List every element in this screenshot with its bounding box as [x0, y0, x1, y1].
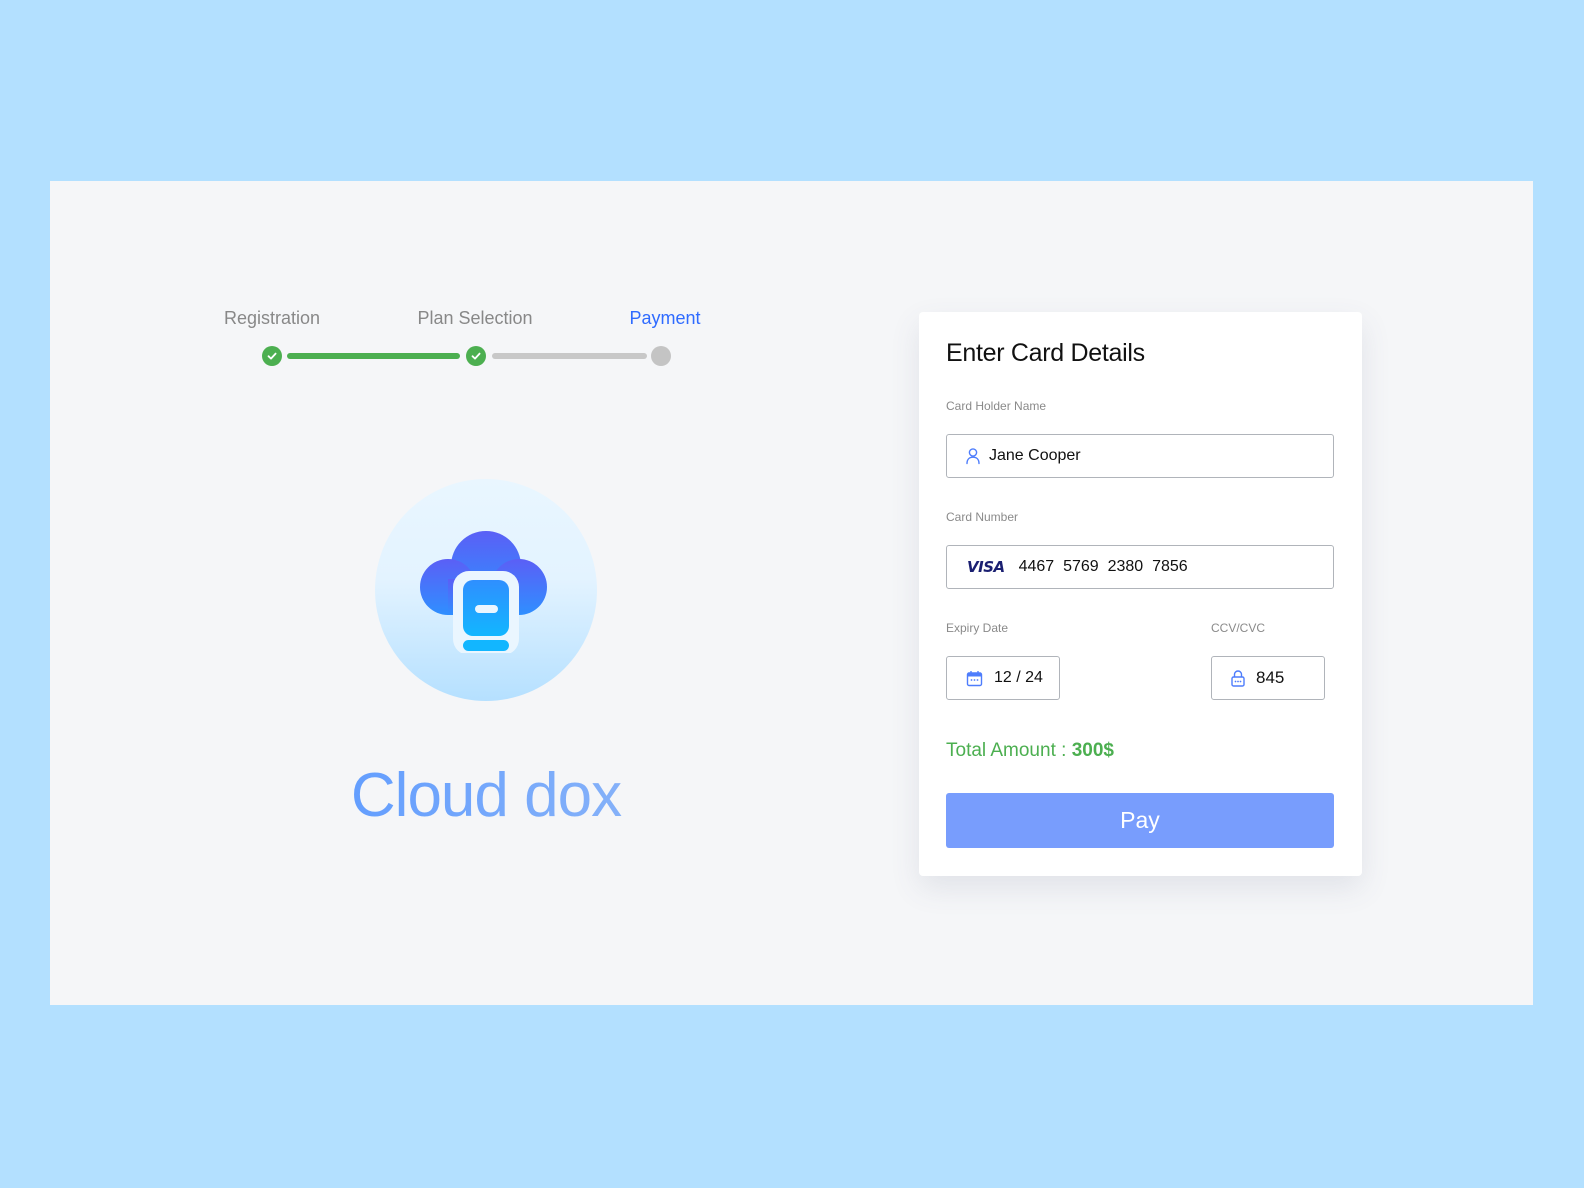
expiry-date-label: Expiry Date [946, 621, 1009, 635]
card-holder-label: Card Holder Name [946, 399, 1047, 413]
brand-name: Cloud dox [306, 760, 666, 831]
cvc-value: 845 [1256, 668, 1285, 687]
step-pending-dot [651, 346, 671, 366]
cvc-label: CCV/CVC [1211, 621, 1266, 635]
total-amount-value: 300$ [1071, 740, 1114, 761]
step-label-payment[interactable]: Payment [629, 308, 700, 329]
lock-icon [1230, 669, 1246, 687]
step-complete-check-icon [466, 346, 486, 366]
step-label-registration[interactable]: Registration [224, 308, 320, 329]
form-title: Enter Card Details [946, 339, 1145, 367]
card-details-form: Enter Card Details Card Holder Name Jane… [919, 312, 1362, 876]
card-number-field[interactable]: VISA 4467 5769 2380 7856 [946, 545, 1334, 589]
card-number-value: 4467 5769 2380 7856 [1018, 558, 1188, 575]
pay-button[interactable]: Pay [946, 793, 1334, 848]
expiry-date-value: 12 / 24 [994, 669, 1043, 686]
total-amount: Total Amount : 300$ [946, 740, 1114, 762]
step-connector-complete [287, 353, 460, 359]
step-label-plan-selection[interactable]: Plan Selection [417, 308, 532, 329]
cvc-field[interactable]: 845 [1211, 656, 1325, 700]
visa-logo: VISA [967, 558, 1005, 576]
expiry-date-field[interactable]: 12 / 24 [946, 656, 1060, 700]
total-amount-label: Total Amount : [946, 740, 1072, 761]
step-complete-check-icon [262, 346, 282, 366]
calendar-icon [966, 670, 983, 687]
logo-badge [375, 479, 597, 701]
user-icon [965, 447, 981, 465]
card-holder-field[interactable]: Jane Cooper [946, 434, 1334, 478]
card-number-label: Card Number [946, 510, 1019, 524]
card-holder-value: Jane Cooper [989, 447, 1081, 464]
cloud-book-icon [420, 531, 547, 653]
step-connector-pending [492, 353, 647, 359]
